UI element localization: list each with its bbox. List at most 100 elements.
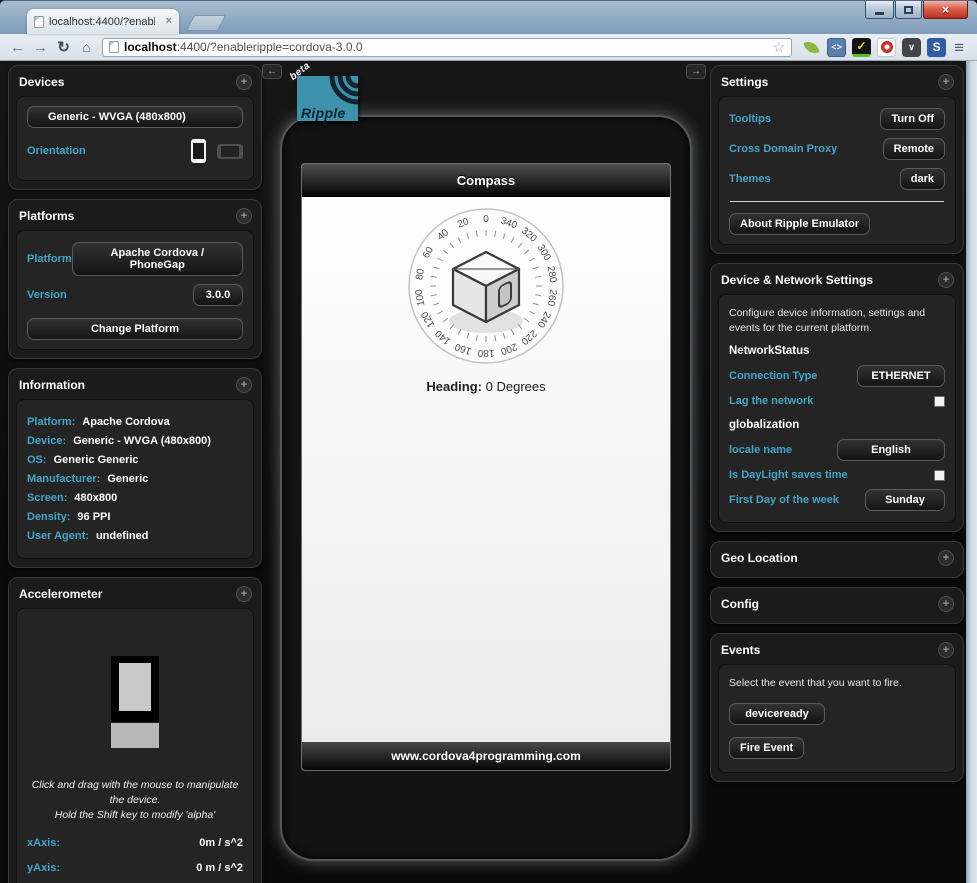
cross-domain-proxy-label: Cross Domain Proxy (729, 143, 837, 155)
close-icon: × (942, 2, 950, 17)
ripple-logo: beta Ripple (288, 63, 368, 127)
platform-select[interactable]: Apache Cordova / PhoneGap (72, 242, 243, 276)
maximize-button[interactable] (895, 1, 922, 19)
right-panel-column: Settings + Tooltips Turn Off Cross Domai… (710, 61, 966, 883)
url-page-icon (109, 41, 119, 53)
events-hint: Select the event that you want to fire. (729, 676, 945, 691)
events-panel-header[interactable]: Events + (718, 639, 956, 664)
device-network-panel-header[interactable]: Device & Network Settings + (718, 269, 956, 294)
platforms-panel-header[interactable]: Platforms + (16, 205, 254, 230)
emulator-column: ← → beta Ripple Compass (262, 61, 710, 883)
info-row: Platform:Apache Cordova (27, 416, 243, 428)
devices-panel-header[interactable]: Devices + (16, 71, 254, 96)
info-row: Density:96 PPI (27, 511, 243, 523)
event-select[interactable]: deviceready (729, 703, 825, 725)
code-extension-icon[interactable]: <> (827, 38, 846, 57)
left-panel-column: Devices + Generic - WVGA (480x800) Orien… (0, 61, 262, 883)
pocket-extension-icon[interactable]: ∨ (902, 38, 921, 57)
checker-extension-icon[interactable]: ✓ (852, 38, 871, 57)
info-row: User Agent:undefined (27, 530, 243, 542)
devices-panel: Devices + Generic - WVGA (480x800) Orien… (8, 65, 262, 190)
first-day-select[interactable]: Sunday (865, 489, 945, 511)
settings-title: Settings (721, 75, 768, 89)
pdf-icon (881, 41, 893, 53)
change-platform-button[interactable]: Change Platform (27, 318, 243, 340)
device-skin: Compass (280, 115, 692, 861)
geo-location-panel-header[interactable]: Geo Location + (718, 547, 956, 569)
globalization-header: globalization (729, 419, 945, 431)
scrollbar[interactable] (966, 61, 977, 883)
settings-panel: Settings + Tooltips Turn Off Cross Domai… (710, 65, 964, 254)
url-bar[interactable]: localhost :4400/?enableripple=cordova-3.… (102, 38, 792, 57)
portrait-icon[interactable] (191, 139, 206, 163)
config-panel-header[interactable]: Config + (718, 593, 956, 615)
accel-row: xAxis:0m / s^2 (27, 837, 243, 849)
bookmark-star-icon[interactable]: ☆ (773, 40, 786, 54)
device-screen: Compass (301, 163, 671, 771)
drag-icon[interactable]: + (938, 74, 954, 90)
locale-select[interactable]: English (837, 439, 945, 461)
back-icon[interactable]: ← (6, 40, 29, 55)
connection-type-select[interactable]: ETHERNET (857, 365, 945, 387)
geo-location-panel: Geo Location + (710, 541, 964, 578)
platforms-panel: Platforms + Platform Apache Cordova / Ph… (8, 199, 262, 359)
heading-readout: Heading: 0 Degrees (426, 379, 545, 394)
app-content: 0204060801001201401601802002202402602803… (302, 197, 670, 742)
home-icon[interactable]: ⌂ (75, 40, 98, 54)
proxy-button[interactable]: Remote (883, 138, 945, 160)
new-tab-button[interactable] (186, 15, 227, 31)
accel-row: yAxis:0 m / s^2 (27, 862, 243, 874)
info-row: OS:Generic Generic (27, 454, 243, 466)
accelerometer-device-screen (119, 663, 151, 711)
information-panel: Information + Platform:Apache Cordova De… (8, 368, 262, 568)
daylight-savings-label: Is DayLight saves time (729, 469, 848, 481)
fire-event-button[interactable]: Fire Event (729, 737, 804, 759)
orientation-label: Orientation (27, 145, 86, 157)
svg-text:180: 180 (477, 347, 494, 358)
information-title: Information (19, 378, 85, 392)
close-button[interactable]: × (923, 1, 968, 19)
leaf-extension-icon[interactable] (802, 38, 821, 57)
reload-icon[interactable]: ↻ (52, 40, 75, 55)
accelerometer-hint: Click and drag with the mouse to manipul… (29, 778, 241, 824)
accelerometer-panel-header[interactable]: Accelerometer + (16, 583, 254, 608)
drag-icon[interactable]: + (236, 377, 252, 393)
about-ripple-button[interactable]: About Ripple Emulator (729, 213, 870, 235)
lag-network-checkbox[interactable] (934, 396, 945, 407)
tooltips-toggle-button[interactable]: Turn Off (880, 108, 945, 130)
config-panel: Config + (710, 587, 964, 624)
divider (730, 201, 944, 202)
collapse-left-panel-button[interactable]: ← (262, 64, 282, 79)
ripple-page: Devices + Generic - WVGA (480x800) Orien… (0, 61, 977, 883)
device-select[interactable]: Generic - WVGA (480x800) (27, 106, 243, 128)
minimize-button[interactable] (865, 1, 894, 19)
drag-icon[interactable]: + (938, 550, 954, 566)
pdf-extension-icon[interactable] (877, 38, 896, 57)
tab-close-icon[interactable]: × (166, 16, 172, 27)
drag-icon[interactable]: + (236, 208, 252, 224)
collapse-right-panel-button[interactable]: → (686, 64, 706, 79)
landscape-icon[interactable] (217, 144, 243, 159)
version-select[interactable]: 3.0.0 (193, 284, 243, 306)
browser-toolbar: ← → ↻ ⌂ localhost :4400/?enableripple=co… (0, 34, 977, 61)
lag-network-label: Lag the network (729, 395, 813, 407)
theme-select[interactable]: dark (900, 168, 945, 190)
daylight-savings-checkbox[interactable] (934, 470, 945, 481)
drag-icon[interactable]: + (236, 74, 252, 90)
drag-icon[interactable]: + (938, 272, 954, 288)
information-panel-header[interactable]: Information + (16, 374, 254, 399)
drag-icon[interactable]: + (938, 642, 954, 658)
tab-title: localhost:4400/?enablerip (49, 16, 155, 28)
accelerometer-device-figure[interactable] (111, 656, 159, 748)
settings-panel-header[interactable]: Settings + (718, 71, 956, 96)
info-row: Screen:480x800 (27, 492, 243, 504)
s-extension-icon[interactable]: S (927, 38, 946, 57)
drag-icon[interactable]: + (236, 586, 252, 602)
browser-tab[interactable]: localhost:4400/?enablerip × (27, 9, 179, 34)
menu-icon[interactable]: ≡ (954, 39, 964, 56)
ripple-logo-box: Ripple (297, 76, 358, 121)
forward-icon[interactable]: → (29, 40, 52, 55)
events-title: Events (721, 643, 760, 657)
drag-icon[interactable]: + (938, 596, 954, 612)
minimize-icon (875, 12, 884, 15)
